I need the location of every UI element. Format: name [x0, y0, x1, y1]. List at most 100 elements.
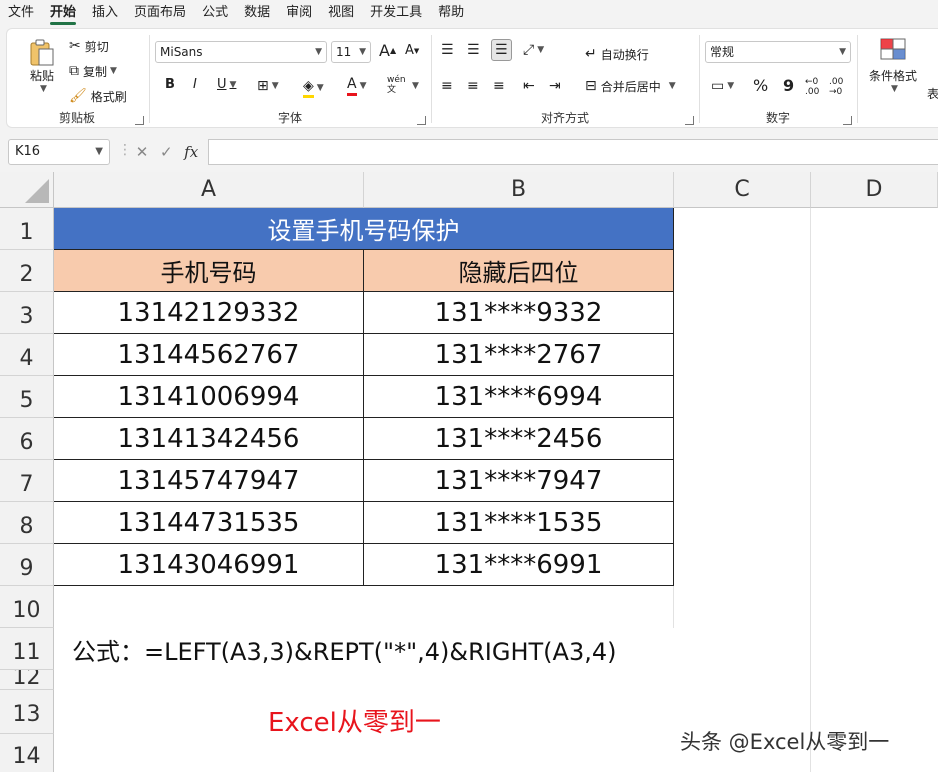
- phone-cell[interactable]: 13142129332: [54, 292, 364, 334]
- gridline: [810, 208, 811, 772]
- conditional-format-button[interactable]: 条件格式 ▼: [869, 37, 917, 94]
- align-left-button[interactable]: ≡: [441, 77, 453, 95]
- author-note[interactable]: Excel从零到一: [268, 702, 441, 739]
- phone-cell[interactable]: 13144562767: [54, 334, 364, 376]
- row-header-3[interactable]: 3: [0, 292, 54, 334]
- align-middle-button[interactable]: ☰: [467, 41, 480, 59]
- row-header-7[interactable]: 7: [0, 460, 54, 502]
- increase-decimal-button[interactable]: ←0.00: [805, 77, 819, 97]
- masked-cell[interactable]: 131****9332: [364, 292, 674, 334]
- format-as-table-button[interactable]: 表格: [927, 85, 938, 102]
- row-header-1[interactable]: 1: [0, 208, 54, 250]
- font-size-select[interactable]: 11 ▼: [331, 41, 371, 63]
- masked-cell[interactable]: 131****2456: [364, 418, 674, 460]
- decrease-decimal-button[interactable]: .00 →0: [829, 77, 843, 97]
- column-header-b[interactable]: B: [364, 172, 674, 208]
- watermark: 头条 @Excel从零到一: [680, 730, 890, 754]
- shrink-font-button[interactable]: A ▼: [405, 43, 419, 58]
- phone-cell[interactable]: 13141006994: [54, 376, 364, 418]
- fx-icon[interactable]: fx: [184, 143, 198, 161]
- tab-home[interactable]: 开始: [42, 0, 84, 26]
- italic-button[interactable]: I: [193, 77, 197, 92]
- header-masked-cell[interactable]: 隐藏后四位: [364, 250, 674, 292]
- row-header-11[interactable]: 11: [0, 628, 54, 670]
- row-header-8[interactable]: 8: [0, 502, 54, 544]
- worksheet-grid[interactable]: A B C D 1 2 3 4 5 6 7 8 9 10 11 12 13 14…: [0, 172, 938, 772]
- phone-cell[interactable]: 13144731535: [54, 502, 364, 544]
- tab-formulas[interactable]: 公式: [194, 0, 236, 26]
- tab-review[interactable]: 审阅: [278, 0, 320, 26]
- cut-button[interactable]: ✂ 剪切: [69, 37, 109, 55]
- column-header-d[interactable]: D: [811, 172, 938, 208]
- masked-cell[interactable]: 131****1535: [364, 502, 674, 544]
- formula-input[interactable]: [208, 139, 938, 165]
- formula-note[interactable]: 公式：=LEFT(A3,3)&REPT("*",4)&RIGHT(A3,4): [72, 632, 616, 667]
- enter-icon[interactable]: ✓: [160, 143, 173, 161]
- border-button[interactable]: ⊞ ▼: [257, 77, 279, 95]
- phonetic-button[interactable]: wén 文: [387, 75, 406, 95]
- number-format-select[interactable]: 常规 ▼: [705, 41, 851, 63]
- phone-cell[interactable]: 13145747947: [54, 460, 364, 502]
- title-cell[interactable]: 设置手机号码保护: [54, 208, 674, 250]
- number-launcher-icon[interactable]: [843, 116, 852, 125]
- tab-view[interactable]: 视图: [320, 0, 362, 26]
- masked-cell[interactable]: 131****2767: [364, 334, 674, 376]
- currency-button[interactable]: ▭ ▼: [711, 77, 734, 95]
- phone-cell[interactable]: 13141342456: [54, 418, 364, 460]
- decrease-indent-button[interactable]: ⇤: [523, 77, 535, 95]
- tab-data[interactable]: 数据: [236, 0, 278, 26]
- row-header-14[interactable]: 14: [0, 734, 54, 772]
- merge-center-button[interactable]: ⊟ 合并后居中 ▼: [585, 77, 676, 95]
- group-separator: [149, 35, 150, 123]
- bold-button[interactable]: B: [165, 77, 175, 92]
- paste-button[interactable]: 粘贴 ▼: [21, 37, 63, 94]
- align-top-button[interactable]: ☰: [441, 41, 454, 59]
- increase-indent-button[interactable]: ⇥: [549, 77, 561, 95]
- format-painter-button[interactable]: 🖌 格式刷: [69, 87, 127, 105]
- font-name-value: MiSans: [160, 45, 203, 59]
- align-center-button[interactable]: ≡: [467, 77, 479, 95]
- comma-style-button[interactable]: 9: [783, 76, 794, 95]
- masked-cell[interactable]: 131****6991: [364, 544, 674, 586]
- alignment-launcher-icon[interactable]: [685, 116, 694, 125]
- row-header-12[interactable]: 12: [0, 670, 54, 690]
- clipboard-launcher-icon[interactable]: [135, 116, 144, 125]
- font-launcher-icon[interactable]: [417, 116, 426, 125]
- fill-color-button[interactable]: ◈ ▼: [303, 77, 324, 98]
- tab-developer[interactable]: 开发工具: [362, 0, 430, 26]
- row-header-9[interactable]: 9: [0, 544, 54, 586]
- column-header-c[interactable]: C: [674, 172, 811, 208]
- font-color-button[interactable]: A ▼: [347, 75, 367, 96]
- tab-file[interactable]: 文件: [0, 0, 42, 26]
- cancel-icon[interactable]: ✕: [136, 143, 149, 161]
- copy-button[interactable]: ⧉ 复制 ▼: [69, 62, 117, 80]
- wrap-text-button[interactable]: ↵ 自动换行: [585, 45, 649, 63]
- align-bottom-button[interactable]: ☰: [491, 39, 512, 61]
- merge-cells-icon: ⊟: [585, 78, 597, 94]
- clipboard-group: 粘贴 ▼ ✂ 剪切 ⧉ 复制 ▼ 🖌 格式刷 剪贴板: [7, 29, 147, 129]
- tab-page-layout[interactable]: 页面布局: [126, 0, 194, 26]
- chevron-down-icon[interactable]: ▼: [412, 81, 419, 91]
- align-right-button[interactable]: ≡: [493, 77, 505, 95]
- masked-cell[interactable]: 131****6994: [364, 376, 674, 418]
- phone-cell[interactable]: 13143046991: [54, 544, 364, 586]
- tab-help[interactable]: 帮助: [430, 0, 472, 26]
- select-all-corner[interactable]: [0, 172, 54, 208]
- name-box[interactable]: K16 ▼: [8, 139, 110, 165]
- row-header-2[interactable]: 2: [0, 250, 54, 292]
- percent-button[interactable]: %: [753, 76, 768, 95]
- header-phone-cell[interactable]: 手机号码: [54, 250, 364, 292]
- name-box-value: K16: [15, 144, 41, 159]
- row-header-13[interactable]: 13: [0, 690, 54, 734]
- row-header-4[interactable]: 4: [0, 334, 54, 376]
- masked-cell[interactable]: 131****7947: [364, 460, 674, 502]
- row-header-10[interactable]: 10: [0, 586, 54, 628]
- row-header-6[interactable]: 6: [0, 418, 54, 460]
- underline-button[interactable]: U ▼: [217, 77, 236, 92]
- orientation-button[interactable]: ⤢ ▼: [523, 41, 544, 59]
- tab-insert[interactable]: 插入: [84, 0, 126, 26]
- column-header-a[interactable]: A: [54, 172, 364, 208]
- row-header-5[interactable]: 5: [0, 376, 54, 418]
- grow-font-button[interactable]: A ▲: [379, 41, 396, 60]
- font-name-select[interactable]: MiSans ▼: [155, 41, 327, 63]
